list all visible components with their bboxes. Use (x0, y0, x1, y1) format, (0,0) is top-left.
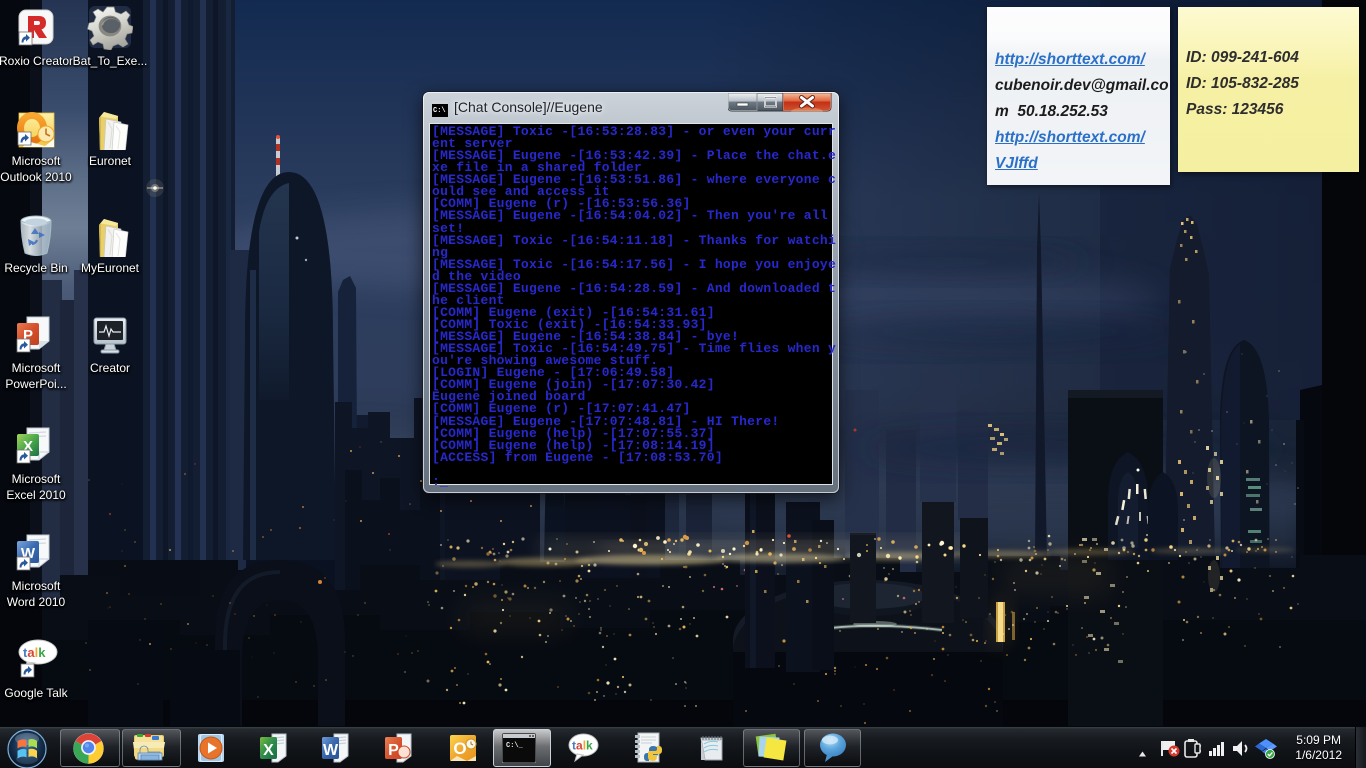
svg-text:talk: talk (572, 739, 593, 753)
svg-text:P: P (388, 742, 399, 759)
svg-text:C:\: C:\ (433, 107, 446, 115)
svg-text:talk: talk (23, 645, 46, 660)
svg-text:O: O (453, 739, 466, 758)
svg-text:W: W (323, 742, 339, 759)
svg-text:C:\_: C:\_ (506, 742, 524, 750)
svg-text:X: X (263, 742, 274, 759)
